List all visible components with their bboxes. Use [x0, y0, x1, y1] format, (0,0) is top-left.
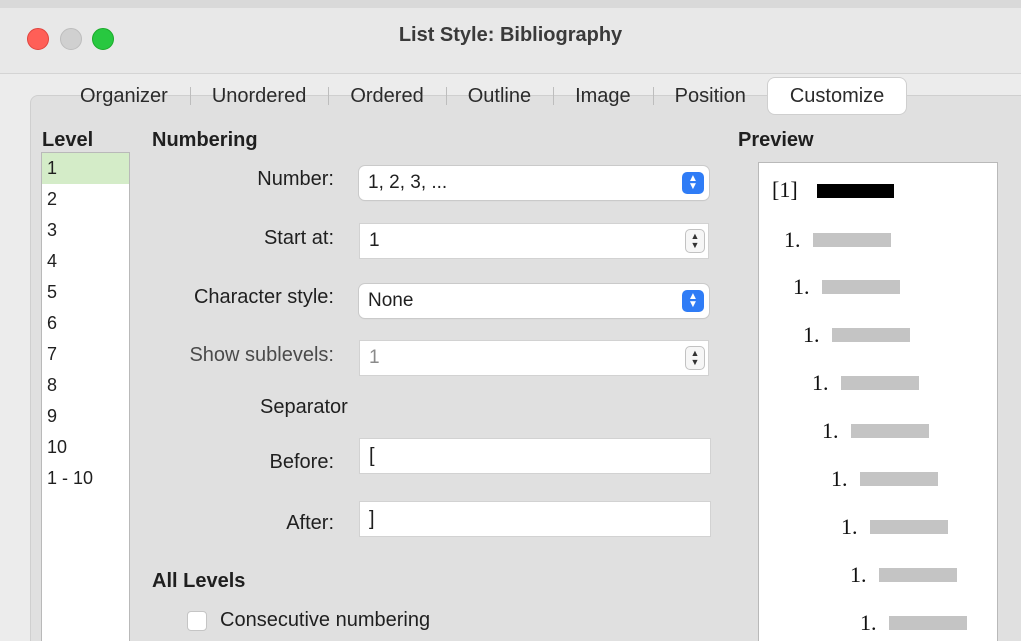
background-strip [0, 0, 1021, 8]
preview-level-3-number: 1. [793, 274, 810, 299]
tab-position[interactable]: Position [652, 78, 768, 114]
tab-outline[interactable]: Outline [445, 78, 553, 114]
preview-level-1-bar [817, 184, 894, 198]
window-title: List Style: Bibliography [398, 24, 623, 46]
level-item-9[interactable]: 9 [42, 401, 129, 432]
stepper-icon[interactable]: ▲ ▼ [685, 229, 705, 253]
start-at-label: Start at: [263, 227, 334, 249]
separator-label: Separator [260, 396, 348, 418]
title-bar: List Style: Bibliography [0, 0, 1021, 74]
tab-unordered[interactable]: Unordered [189, 78, 329, 114]
level-item-6[interactable]: 6 [42, 308, 129, 339]
up-down-chevron-icon: ▲ ▼ [682, 290, 704, 312]
preview-level-2-bar [813, 233, 891, 247]
tab-customize[interactable]: Customize [767, 78, 907, 114]
preview-level-9-bar [879, 568, 957, 582]
preview-level-3-bar [822, 280, 900, 294]
number-label: Number: [257, 168, 334, 190]
preview-heading: Preview [738, 129, 814, 151]
consecutive-numbering-checkbox[interactable] [187, 611, 207, 631]
preview-level-10-bar [889, 616, 967, 630]
preview-level-10-number: 1. [860, 610, 877, 635]
start-at-input[interactable]: 1 ▲ ▼ [359, 223, 709, 259]
character-style-value: None [368, 290, 414, 311]
number-select-value: 1, 2, 3, ... [368, 172, 448, 193]
preview-level-2-number: 1. [784, 227, 801, 252]
tab-organizer[interactable]: Organizer [58, 78, 190, 114]
up-down-chevron-icon: ▲ ▼ [682, 172, 704, 194]
level-item-8[interactable]: 8 [42, 370, 129, 401]
character-style-label: Character style: [193, 286, 334, 308]
all-levels-heading: All Levels [152, 570, 246, 592]
level-item-4[interactable]: 4 [42, 246, 129, 277]
show-sublevels-input: 1 ▲ ▼ [359, 340, 709, 376]
level-list[interactable]: 1 2 3 4 5 6 7 8 9 10 1 - 10 [41, 152, 130, 641]
show-sublevels-label: Show sublevels: [189, 344, 334, 366]
preview-level-5-bar [841, 376, 919, 390]
preview-level-7-number: 1. [831, 466, 848, 491]
tab-image[interactable]: Image [553, 78, 653, 114]
preview-level-8-number: 1. [841, 514, 858, 539]
stepper-icon: ▲ ▼ [685, 346, 705, 370]
consecutive-numbering-label[interactable]: Consecutive numbering [220, 609, 430, 632]
start-at-value: 1 [369, 230, 380, 251]
level-heading: Level [42, 129, 94, 151]
tab-bar: Organizer Unordered Ordered Outline Imag… [58, 77, 907, 115]
preview-level-4-bar [832, 328, 910, 342]
preview-level-7-bar [860, 472, 938, 486]
before-input[interactable]: [ [359, 438, 711, 474]
before-label: Before: [269, 451, 334, 473]
show-sublevels-value: 1 [369, 347, 380, 368]
character-style-select[interactable]: None ▲ ▼ [359, 284, 709, 318]
numbering-heading: Numbering [152, 129, 258, 151]
preview-level-6-bar [851, 424, 929, 438]
preview-level-8-bar [870, 520, 948, 534]
preview-box: [1] 1. 1. 1. 1. 1. 1. 1. 1. 1. [758, 162, 998, 641]
tab-ordered[interactable]: Ordered [328, 78, 445, 114]
after-input[interactable]: ] [359, 501, 711, 537]
dialog-window: List Style: Bibliography Organizer Unord… [0, 0, 1021, 641]
number-select[interactable]: 1, 2, 3, ... ▲ ▼ [359, 166, 709, 200]
preview-level-5-number: 1. [812, 370, 829, 395]
after-label: After: [286, 512, 334, 534]
preview-level-6-number: 1. [822, 418, 839, 443]
preview-level-4-number: 1. [803, 322, 820, 347]
preview-level-1-number: [1] [772, 177, 798, 202]
preview-level-9-number: 1. [850, 562, 867, 587]
